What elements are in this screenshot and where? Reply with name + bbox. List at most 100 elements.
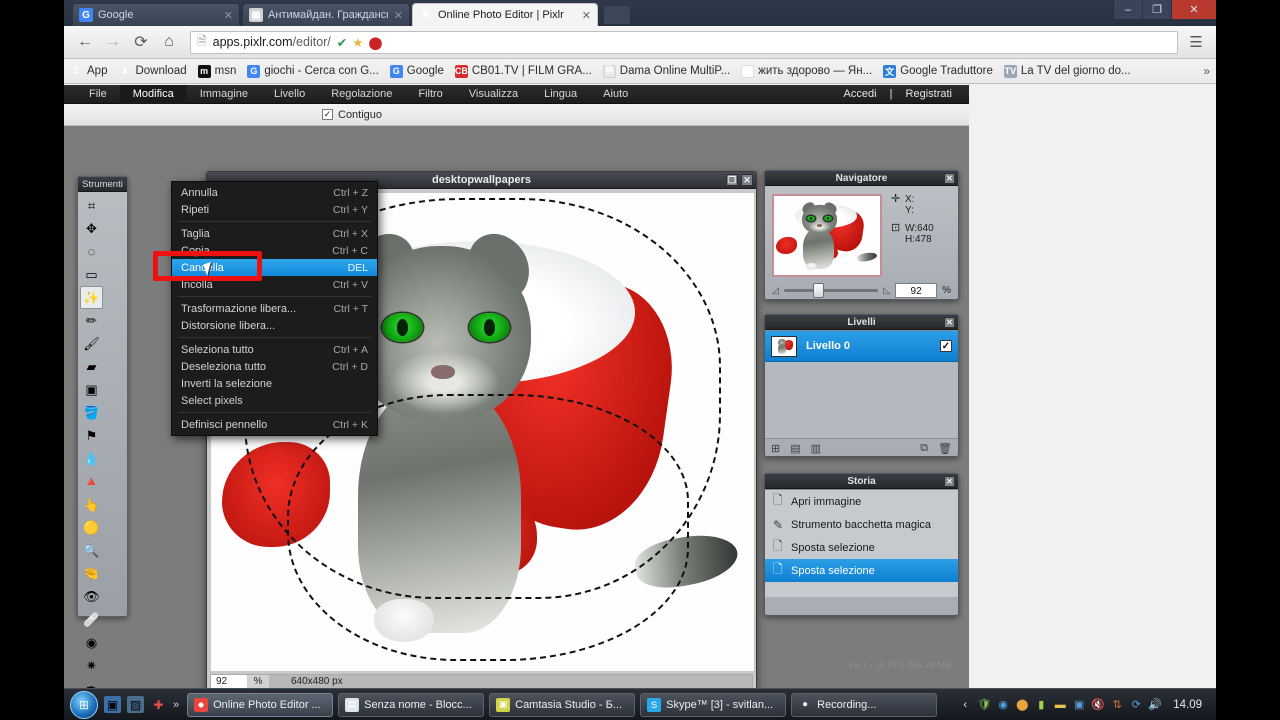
- menu-livello[interactable]: Livello: [261, 85, 318, 104]
- reload-icon[interactable]: ⟳: [128, 29, 154, 55]
- quick-launch-overflow[interactable]: »: [173, 699, 179, 711]
- taskbar-item-online-photo-editor[interactable]: Online Photo Editor ...: [187, 692, 334, 717]
- menu-filtro[interactable]: Filtro: [405, 85, 455, 104]
- bookmark-zhitzdorovo[interactable]: Я жить здорово — Ян...: [741, 64, 872, 78]
- bookmarks-overflow-button[interactable]: »: [1203, 64, 1210, 78]
- gradient-tool-icon[interactable]: ▣: [80, 378, 103, 401]
- brush-tool-icon[interactable]: 🖌: [80, 332, 103, 355]
- add-layer-icon[interactable]: ⊞: [771, 442, 780, 455]
- magic-wand-tool-icon[interactable]: ✨: [80, 286, 103, 309]
- clone-stamp-tool-icon[interactable]: ⚑: [80, 424, 103, 447]
- red-eye-tool-icon[interactable]: 👁: [80, 585, 103, 608]
- taskbar-clock[interactable]: 14.09: [1173, 699, 1202, 711]
- menu-file[interactable]: File: [76, 85, 120, 104]
- menu-visualizza[interactable]: Visualizza: [456, 85, 531, 104]
- navigator-thumbnail[interactable]: [772, 194, 882, 277]
- close-icon[interactable]: ✕: [394, 9, 403, 22]
- maximize-button[interactable]: ❐: [1142, 0, 1171, 19]
- sharpen-tool-icon[interactable]: 🔺: [80, 470, 103, 493]
- bookmark-giochi[interactable]: G giochi - Cerca con G...: [247, 64, 379, 78]
- eraser-tool-icon[interactable]: ▰: [80, 355, 103, 378]
- sync-icon[interactable]: ⟳: [1129, 698, 1143, 712]
- menu-item-deseleziona-tutto[interactable]: Deseleziona tutto Ctrl + D: [172, 358, 377, 375]
- menu-aiuto[interactable]: Aiuto: [590, 85, 641, 104]
- browser-tab-google[interactable]: G Google ✕: [72, 3, 240, 26]
- shield-icon[interactable]: 🛡: [977, 698, 991, 712]
- bookmark-cb01[interactable]: CB CB01.TV | FILM GRA...: [454, 64, 592, 78]
- taskbar-item-notepad[interactable]: ▤ Senza nome - Blocc...: [338, 692, 485, 717]
- restore-icon[interactable]: ❐: [726, 174, 738, 186]
- smudge-tool-icon[interactable]: 👆: [80, 493, 103, 516]
- menu-regolazione[interactable]: Regolazione: [318, 85, 405, 104]
- close-icon[interactable]: ✕: [741, 174, 753, 186]
- marquee-tool-icon[interactable]: ▭: [80, 263, 103, 286]
- history-item-move-selection-1[interactable]: 🗋 Sposta selezione: [765, 536, 958, 559]
- bookmark-dama[interactable]: 🗎 Dama Online MultiP...: [602, 64, 730, 78]
- menu-item-select-pixels[interactable]: Select pixels: [172, 392, 377, 409]
- check-circle-icon[interactable]: ✔: [337, 35, 347, 50]
- tray-expand-icon[interactable]: ‹: [958, 698, 972, 712]
- spot-heal-tool-icon[interactable]: 🩹: [80, 608, 103, 631]
- close-button[interactable]: ✕: [1171, 0, 1216, 19]
- close-icon[interactable]: ✕: [944, 476, 955, 487]
- delete-layer-icon[interactable]: 🗑: [938, 442, 952, 455]
- back-icon[interactable]: ←: [72, 29, 98, 55]
- close-icon[interactable]: ✕: [582, 9, 591, 22]
- history-item-open-image[interactable]: 🗋 Apri immagine: [765, 490, 958, 513]
- show-desktop-icon[interactable]: ▣: [104, 696, 121, 713]
- pinch-tool-icon[interactable]: ✷: [80, 654, 103, 677]
- close-icon[interactable]: ✕: [224, 9, 233, 22]
- layer-visibility-checkbox[interactable]: ✓: [940, 340, 952, 352]
- home-icon[interactable]: ⌂: [156, 29, 182, 55]
- menu-item-trasformazione-libera[interactable]: Trasformazione libera... Ctrl + T: [172, 300, 377, 317]
- sponge-tool-icon[interactable]: 🟡: [80, 516, 103, 539]
- battery-icon[interactable]: ▮: [1034, 698, 1048, 712]
- minimize-button[interactable]: –: [1113, 0, 1142, 19]
- history-item-move-selection-2[interactable]: 🗋 Sposta selezione: [765, 559, 958, 582]
- menu-item-seleziona-tutto[interactable]: Seleziona tutto Ctrl + A: [172, 341, 377, 358]
- move-tool-icon[interactable]: ✥: [80, 217, 103, 240]
- bookmark-google[interactable]: G Google: [389, 64, 444, 78]
- forward-icon[interactable]: →: [100, 29, 126, 55]
- antivirus-icon[interactable]: ◉: [996, 698, 1010, 712]
- menu-item-inverti-selezione[interactable]: Inverti la selezione: [172, 375, 377, 392]
- bookmark-app[interactable]: ⠿ App: [70, 65, 107, 78]
- new-tab-button[interactable]: [604, 6, 630, 24]
- dodge-tool-icon[interactable]: 🔍: [80, 539, 103, 562]
- close-icon[interactable]: ✕: [944, 317, 955, 328]
- folder-icon[interactable]: ▬: [1053, 698, 1067, 712]
- media-player-icon[interactable]: ✚: [150, 696, 167, 713]
- zoom-in-icon[interactable]: ◺: [883, 285, 890, 296]
- navigator-zoom-input[interactable]: 92: [895, 283, 938, 298]
- zoom-value[interactable]: 92: [211, 675, 247, 688]
- bookmark-traduttore[interactable]: 文 Google Traduttore: [883, 64, 993, 78]
- menu-item-definisci-pennello[interactable]: Definisci pennello Ctrl + K: [172, 416, 377, 433]
- history-item-magic-wand[interactable]: ✎ Strumento bacchetta magica: [765, 513, 958, 536]
- update-icon[interactable]: ⬤: [1015, 698, 1029, 712]
- menu-lingua[interactable]: Lingua: [531, 85, 590, 104]
- star-icon[interactable]: ★: [352, 35, 363, 50]
- duplicate-layer-icon[interactable]: ⧉: [920, 442, 928, 455]
- start-orb-icon[interactable]: ⊞: [70, 690, 98, 719]
- menu-item-annulla[interactable]: Annulla Ctrl + Z: [172, 184, 377, 201]
- lasso-tool-icon[interactable]: ◌: [80, 240, 103, 263]
- zoom-slider[interactable]: [783, 283, 879, 298]
- extension-icon[interactable]: ⬤: [368, 35, 382, 50]
- blur-tool-icon[interactable]: 💧: [80, 447, 103, 470]
- taskbar-item-camtasia[interactable]: ▣ Camtasia Studio - Б...: [489, 692, 636, 717]
- layer-item-livello-0[interactable]: Livello 0 ✓: [765, 331, 958, 362]
- zoom-out-icon[interactable]: ◿: [772, 285, 779, 296]
- register-link[interactable]: Registrati: [901, 88, 957, 100]
- network-icon[interactable]: ⇅: [1110, 698, 1124, 712]
- bookmark-latv[interactable]: TV La TV del giorno do...: [1003, 64, 1131, 78]
- browser-tab-antimaidan[interactable]: ▣ Антимайдан. Гражданск ✕: [242, 3, 410, 26]
- browser-menu-button[interactable]: ☰: [1184, 33, 1208, 51]
- monitor-icon[interactable]: ▣: [1072, 698, 1086, 712]
- layer-style-icon[interactable]: ▥: [811, 442, 821, 455]
- close-icon[interactable]: ✕: [944, 173, 955, 184]
- menu-modifica[interactable]: Modifica: [119, 84, 187, 104]
- address-bar[interactable]: 🗎 apps.pixlr.com/editor/ ✔ ★ ⬤: [190, 30, 1178, 54]
- bookmark-download[interactable]: ⬇ Download: [118, 65, 186, 78]
- taskbar-item-recording[interactable]: ⏺ Recording...: [791, 692, 938, 717]
- pencil-tool-icon[interactable]: ✏: [80, 309, 103, 332]
